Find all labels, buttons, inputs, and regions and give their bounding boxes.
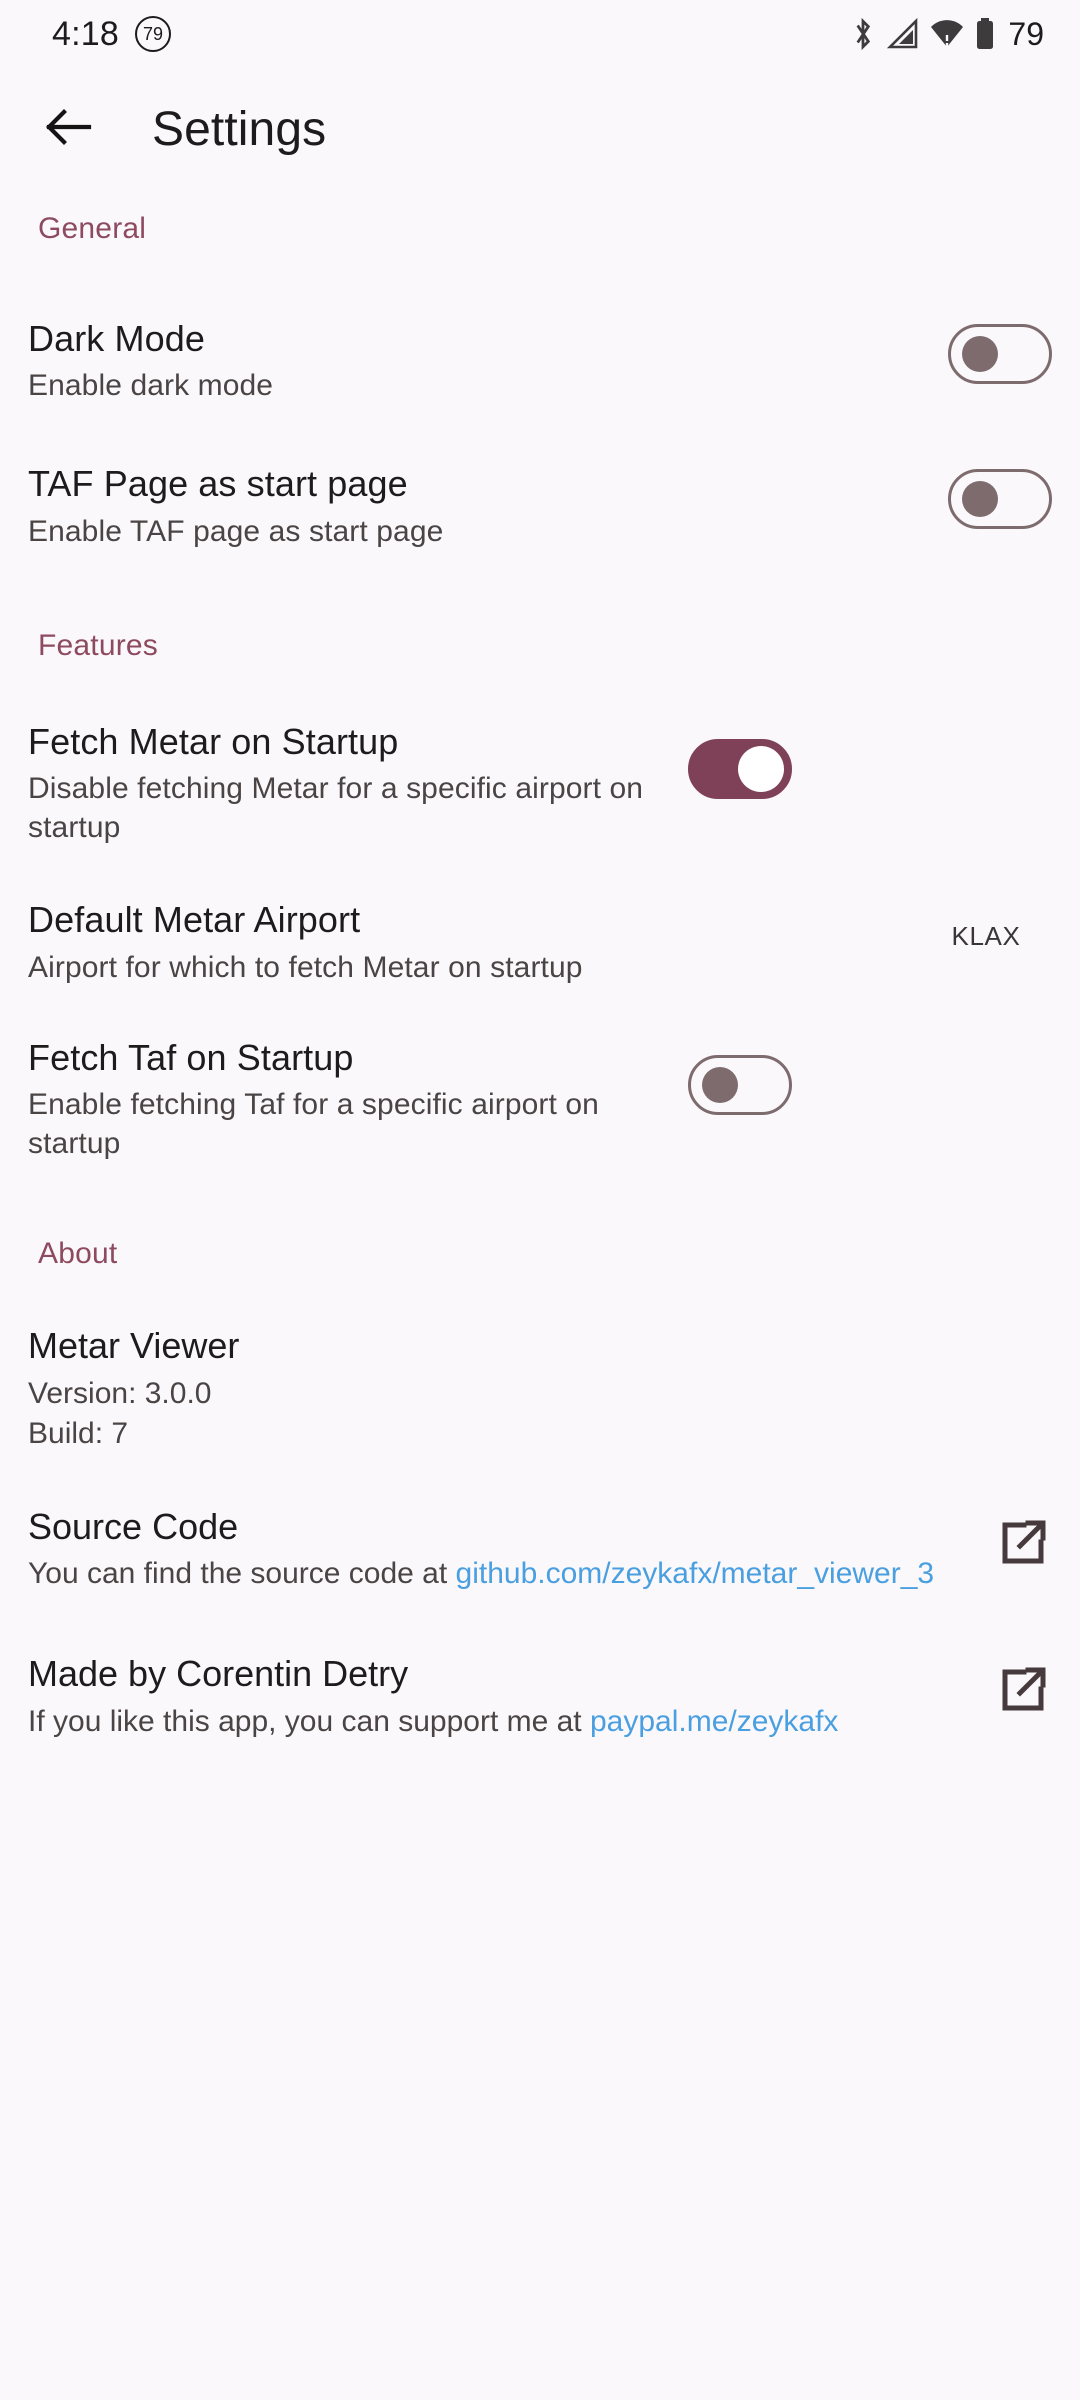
taf-start-page-switch[interactable] — [948, 469, 1052, 530]
fetch-metar-startup-switch[interactable] — [688, 738, 792, 799]
setting-control[interactable] — [688, 738, 792, 799]
back-arrow-icon — [44, 107, 92, 152]
setting-subtitle: Airport for which to fetch Metar on star… — [28, 950, 583, 984]
cellular-signal-icon — [887, 18, 919, 50]
switch-knob — [702, 1066, 738, 1103]
setting-row-text: TAF Page as start page Enable TAF page a… — [28, 463, 928, 550]
notification-count-badge: 79 — [134, 16, 171, 52]
section-header-features: Features — [38, 628, 158, 662]
source-code-title: Source Code — [28, 1505, 239, 1547]
setting-row-fetch-taf-startup[interactable]: Fetch Taf on Startup Enable fetching Taf… — [0, 1037, 1080, 1163]
setting-subtitle: Disable fetching Metar for a specific ai… — [28, 772, 644, 845]
setting-row-default-metar-airport[interactable]: Default Metar Airport Airport for which … — [0, 899, 1080, 986]
source-code-prefix: You can find the source code at — [28, 1557, 456, 1591]
author-description: If you like this app, you can support me… — [28, 1702, 1052, 1741]
setting-subtitle: Enable fetching Taf for a specific airpo… — [28, 1088, 599, 1161]
app-version: Version: 3.0.0 — [28, 1376, 212, 1410]
open-in-new-icon[interactable] — [998, 1665, 1048, 1715]
app-bar: Settings — [0, 68, 1080, 190]
setting-title: Default Metar Airport — [28, 899, 361, 941]
paypal-link[interactable]: paypal.me/zeykafx — [590, 1705, 838, 1738]
app-build: Build: 7 — [28, 1416, 129, 1450]
section-header-general: General — [38, 212, 147, 245]
setting-row-text: Dark Mode Enable dark mode — [28, 318, 928, 405]
status-bar-right: 79 — [850, 16, 1044, 53]
app-name: Metar Viewer — [28, 1325, 240, 1367]
setting-subtitle: Enable dark mode — [28, 369, 274, 403]
setting-row-text: Default Metar Airport Airport for which … — [28, 899, 900, 986]
source-code-link[interactable]: github.com/zeykafx/metar_viewer_3 — [456, 1557, 935, 1590]
author-title: Made by Corentin Detry — [28, 1653, 409, 1695]
setting-row-dark-mode[interactable]: Dark Mode Enable dark mode — [0, 318, 1080, 405]
battery-percentage: 79 — [1008, 15, 1044, 52]
author-prefix: If you like this app, you can support me… — [28, 1704, 590, 1738]
dark-mode-switch[interactable] — [948, 324, 1052, 384]
source-code-description: You can find the source code at github.c… — [28, 1554, 1052, 1593]
setting-control[interactable]: KLAX — [920, 921, 1052, 952]
setting-control[interactable] — [688, 1054, 792, 1115]
switch-knob — [962, 481, 998, 518]
about-text: Metar Viewer Version: 3.0.0 Build: 7 — [28, 1325, 1052, 1453]
setting-title: Fetch Taf on Startup — [28, 1036, 354, 1078]
settings-list[interactable]: General Dark Mode Enable dark mode TAF P… — [0, 190, 1080, 2400]
open-in-new-icon[interactable] — [998, 1518, 1048, 1568]
about-row-source-code[interactable]: Source Code You can find the source code… — [0, 1506, 1080, 1593]
page-title: Settings — [152, 102, 327, 156]
setting-control[interactable] — [948, 324, 1052, 384]
status-bar-left: 4:18 79 — [52, 15, 171, 54]
setting-row-text: Fetch Metar on Startup Disable fetching … — [28, 721, 668, 847]
setting-title: TAF Page as start page — [28, 463, 408, 505]
status-time: 4:18 — [52, 14, 119, 53]
switch-knob — [962, 336, 998, 372]
setting-row-text: Fetch Taf on Startup Enable fetching Taf… — [28, 1037, 668, 1163]
setting-row-taf-start-page[interactable]: TAF Page as start page Enable TAF page a… — [0, 463, 1080, 550]
switch-knob — [738, 745, 784, 792]
setting-control[interactable] — [948, 469, 1052, 530]
setting-title: Dark Mode — [28, 318, 205, 359]
bluetooth-icon — [850, 17, 876, 51]
battery-icon — [975, 17, 995, 51]
status-bar: 4:18 79 79 — [0, 0, 1080, 68]
setting-subtitle: Enable TAF page as start page — [28, 514, 444, 548]
default-metar-airport-value: KLAX — [951, 921, 1021, 952]
setting-row-fetch-metar-startup[interactable]: Fetch Metar on Startup Disable fetching … — [0, 721, 1080, 847]
settings-screen: 4:18 79 79 Settings General Dark Mode En… — [0, 0, 1080, 2400]
about-row-author[interactable]: Made by Corentin Detry If you like this … — [0, 1653, 1080, 1740]
setting-title: Fetch Metar on Startup — [28, 720, 399, 762]
wifi-icon — [930, 18, 964, 50]
back-button[interactable] — [20, 81, 116, 177]
fetch-taf-startup-switch[interactable] — [688, 1054, 792, 1115]
about-app-info: Metar Viewer Version: 3.0.0 Build: 7 — [0, 1325, 1080, 1453]
section-header-about: About — [38, 1237, 118, 1271]
